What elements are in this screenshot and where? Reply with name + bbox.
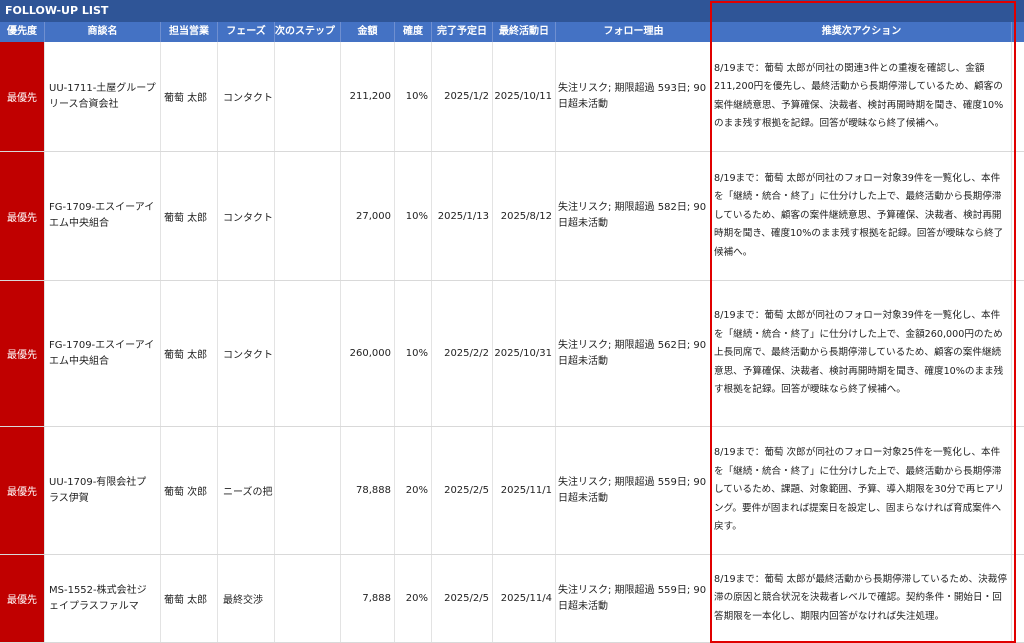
priority-cell[interactable]: 最優先	[0, 42, 45, 151]
phase-cell[interactable]: 最終交渉	[218, 555, 275, 642]
header-priority[interactable]: 優先度	[0, 22, 45, 42]
table-row[interactable]: 最優先 MS-1552-株式会社ジェイプラスファルマ 葡萄 太郎 最終交渉 7,…	[0, 555, 1024, 643]
header-amount[interactable]: 金額	[341, 22, 395, 42]
action-cell[interactable]: 8/19まで：葡萄 次郎が同社のフォロー対象25件を一覧化し、本件を「継続・統合…	[712, 427, 1012, 554]
sales-cell[interactable]: 葡萄 太郎	[161, 152, 218, 280]
reason-cell[interactable]: 失注リスク; 期限超過 559日; 90日超未活動	[556, 555, 712, 642]
reason-cell[interactable]: 失注リスク; 期限超過 582日; 90日超未活動	[556, 152, 712, 280]
next-step-cell[interactable]	[275, 427, 341, 554]
action-cell[interactable]: 8/19まで：葡萄 太郎が同社のフォロー対象39件を一覧化し、本件を「継続・統合…	[712, 152, 1012, 280]
deal-text: UU-1711-土屋グループリース合資会社	[49, 82, 156, 110]
priority-cell[interactable]: 最優先	[0, 281, 45, 426]
reason-text: 失注リスク; 期限超過 562日; 90日超未活動	[558, 339, 707, 367]
header-confidence[interactable]: 確度	[395, 22, 432, 42]
header-phase[interactable]: フェーズ	[218, 22, 275, 42]
deal-text: UU-1709-有限会社プラス伊賀	[49, 476, 147, 504]
amount-cell[interactable]: 78,888	[341, 427, 395, 554]
deal-cell[interactable]: FG-1709-エスイーアイエム中央組合	[45, 281, 161, 426]
next-step-cell[interactable]	[275, 281, 341, 426]
priority-cell[interactable]: 最優先	[0, 555, 45, 642]
sales-cell[interactable]: 葡萄 次郎	[161, 427, 218, 554]
confidence-cell[interactable]: 10%	[395, 281, 432, 426]
last-activity-cell[interactable]: 2025/11/1	[493, 427, 556, 554]
reason-cell[interactable]: 失注リスク; 期限超過 559日; 90日超未活動	[556, 427, 712, 554]
deal-cell[interactable]: UU-1711-土屋グループリース合資会社	[45, 42, 161, 151]
deal-text: MS-1552-株式会社ジェイプラスファルマ	[49, 584, 147, 612]
reason-cell[interactable]: 失注リスク; 期限超過 562日; 90日超未活動	[556, 281, 712, 426]
phase-cell[interactable]: コンタクト	[218, 281, 275, 426]
header-last-activity[interactable]: 最終活動日	[493, 22, 556, 42]
table-row[interactable]: 最優先 UU-1709-有限会社プラス伊賀 葡萄 次郎 ニーズの把 78,888…	[0, 427, 1024, 555]
amount-cell[interactable]: 260,000	[341, 281, 395, 426]
header-sales[interactable]: 担当営業	[161, 22, 218, 42]
header-due-date[interactable]: 完了予定日	[432, 22, 493, 42]
due-date-cell[interactable]: 2025/2/5	[432, 427, 493, 554]
table-row[interactable]: 最優先 FG-1709-エスイーアイエム中央組合 葡萄 太郎 コンタクト 260…	[0, 281, 1024, 427]
table-row[interactable]: 最優先 FG-1709-エスイーアイエム中央組合 葡萄 太郎 コンタクト 27,…	[0, 152, 1024, 281]
header-deal[interactable]: 商談名	[45, 22, 161, 42]
next-step-cell[interactable]	[275, 152, 341, 280]
action-text: 8/19まで：葡萄 太郎が同社の関連3件との重複を確認し、金額211,200円を…	[714, 62, 1004, 130]
header-next-step[interactable]: 次のステップ	[275, 22, 341, 42]
sales-cell[interactable]: 葡萄 太郎	[161, 281, 218, 426]
deal-cell[interactable]: UU-1709-有限会社プラス伊賀	[45, 427, 161, 554]
action-text: 8/19まで：葡萄 太郎が同社のフォロー対象39件を一覧化し、本件を「継続・統合…	[714, 172, 1004, 258]
empty-cell[interactable]	[1012, 42, 1024, 151]
confidence-cell[interactable]: 20%	[395, 427, 432, 554]
header-reason[interactable]: フォロー理由	[556, 22, 712, 42]
empty-cell[interactable]	[1012, 427, 1024, 554]
phase-cell[interactable]: コンタクト	[218, 152, 275, 280]
action-cell[interactable]: 8/19まで：葡萄 太郎が同社の関連3件との重複を確認し、金額211,200円を…	[712, 42, 1012, 151]
next-step-cell[interactable]	[275, 42, 341, 151]
reason-text: 失注リスク; 期限超過 559日; 90日超未活動	[558, 584, 707, 612]
reason-text: 失注リスク; 期限超過 582日; 90日超未活動	[558, 202, 707, 229]
sales-cell[interactable]: 葡萄 太郎	[161, 42, 218, 151]
amount-cell[interactable]: 211,200	[341, 42, 395, 151]
phase-cell[interactable]: コンタクト	[218, 42, 275, 151]
action-cell[interactable]: 8/19まで：葡萄 太郎が最終活動から長期停滞しているため、決裁停滞の原因と競合…	[712, 555, 1012, 642]
last-activity-cell[interactable]: 2025/10/31	[493, 281, 556, 426]
last-activity-cell[interactable]: 2025/8/12	[493, 152, 556, 280]
confidence-cell[interactable]: 10%	[395, 152, 432, 280]
header-action[interactable]: 推奨次アクション	[712, 22, 1012, 42]
last-activity-cell[interactable]: 2025/10/11	[493, 42, 556, 151]
next-step-cell[interactable]	[275, 555, 341, 642]
amount-cell[interactable]: 7,888	[341, 555, 395, 642]
sales-cell[interactable]: 葡萄 太郎	[161, 555, 218, 642]
action-text: 8/19まで：葡萄 次郎が同社のフォロー対象25件を一覧化し、本件を「継続・統合…	[714, 447, 1005, 533]
confidence-cell[interactable]: 20%	[395, 555, 432, 642]
due-date-cell[interactable]: 2025/1/13	[432, 152, 493, 280]
table-header: 優先度 商談名 担当営業 フェーズ 次のステップ 金額 確度 完了予定日 最終活…	[0, 22, 1024, 42]
amount-cell[interactable]: 27,000	[341, 152, 395, 280]
empty-cell[interactable]	[1012, 152, 1024, 280]
priority-cell[interactable]: 最優先	[0, 152, 45, 280]
phase-cell[interactable]: ニーズの把	[218, 427, 275, 554]
deal-text: FG-1709-エスイーアイエム中央組合	[49, 202, 155, 229]
action-text: 8/19まで：葡萄 太郎が同社のフォロー対象39件を一覧化し、本件を「継続・統合…	[714, 310, 1004, 396]
priority-cell[interactable]: 最優先	[0, 427, 45, 554]
reason-cell[interactable]: 失注リスク; 期限超過 593日; 90日超未活動	[556, 42, 712, 151]
empty-cell[interactable]	[1012, 555, 1024, 642]
deal-text: FG-1709-エスイーアイエム中央組合	[49, 339, 155, 367]
due-date-cell[interactable]: 2025/2/2	[432, 281, 493, 426]
deal-cell[interactable]: MS-1552-株式会社ジェイプラスファルマ	[45, 555, 161, 642]
reason-text: 失注リスク; 期限超過 593日; 90日超未活動	[558, 82, 707, 110]
empty-cell[interactable]	[1012, 281, 1024, 426]
deal-cell[interactable]: FG-1709-エスイーアイエム中央組合	[45, 152, 161, 280]
header-empty[interactable]	[1012, 22, 1024, 42]
sheet-title: FOLLOW-UP LIST	[0, 0, 1024, 22]
due-date-cell[interactable]: 2025/1/2	[432, 42, 493, 151]
confidence-cell[interactable]: 10%	[395, 42, 432, 151]
last-activity-cell[interactable]: 2025/11/4	[493, 555, 556, 642]
table-row[interactable]: 最優先 UU-1711-土屋グループリース合資会社 葡萄 太郎 コンタクト 21…	[0, 42, 1024, 152]
action-cell[interactable]: 8/19まで：葡萄 太郎が同社のフォロー対象39件を一覧化し、本件を「継続・統合…	[712, 281, 1012, 426]
due-date-cell[interactable]: 2025/2/5	[432, 555, 493, 642]
action-text: 8/19まで：葡萄 太郎が最終活動から長期停滞しているため、決裁停滞の原因と競合…	[714, 573, 1007, 622]
reason-text: 失注リスク; 期限超過 559日; 90日超未活動	[558, 476, 707, 504]
